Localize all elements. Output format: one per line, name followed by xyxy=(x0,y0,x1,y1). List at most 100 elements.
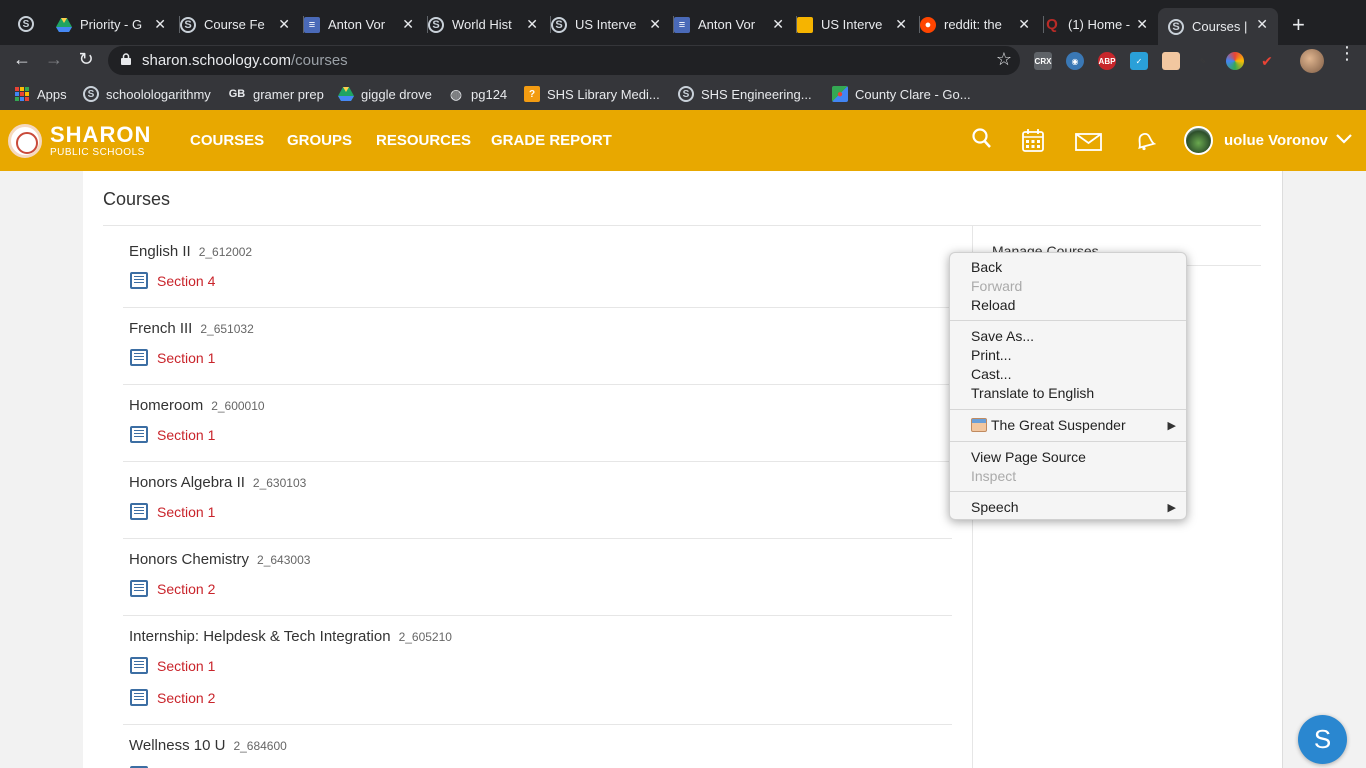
section-link[interactable]: Section 2 xyxy=(130,580,215,597)
menu-separator xyxy=(950,320,1186,321)
browser-tab[interactable]: S World Hist ✕ xyxy=(427,8,544,41)
calendar-icon[interactable] xyxy=(1022,129,1044,152)
menu-item-forward[interactable]: Forward xyxy=(971,278,1022,294)
menu-item-translate[interactable]: Translate to English xyxy=(971,385,1094,401)
extension-icon[interactable]: ✎ xyxy=(1194,52,1212,70)
browser-tab[interactable]: Q (1) Home - ✕ xyxy=(1043,8,1154,41)
nav-resources[interactable]: RESOURCES xyxy=(376,132,471,149)
close-tab-icon[interactable]: ✕ xyxy=(772,16,784,33)
nav-groups[interactable]: GROUPS xyxy=(287,132,352,149)
close-tab-icon[interactable]: ✕ xyxy=(649,16,661,33)
google-maps-icon: ● xyxy=(832,86,848,102)
close-tab-icon[interactable]: ✕ xyxy=(1136,16,1148,33)
close-tab-icon[interactable]: ✕ xyxy=(154,16,166,33)
page-title: Courses xyxy=(103,189,171,209)
course-title[interactable]: Homeroom 2_600010 xyxy=(129,397,265,414)
course-title[interactable]: French III 2_651032 xyxy=(129,320,254,337)
bookmark-item[interactable]: ◍ pg124 xyxy=(448,85,507,103)
course-title[interactable]: Internship: Helpdesk & Tech Integration 2… xyxy=(129,628,452,645)
browser-tab[interactable]: ≡ Anton Vor ✕ xyxy=(303,8,420,41)
browser-tab[interactable]: ≡ Anton Vor ✕ xyxy=(673,8,790,41)
new-tab-button[interactable]: + xyxy=(1292,12,1305,38)
menu-item-back[interactable]: Back xyxy=(971,259,1002,275)
great-suspender-icon[interactable] xyxy=(1162,52,1180,70)
nav-courses[interactable]: COURSES xyxy=(190,132,264,149)
bookmark-item[interactable]: GB gramer prep xyxy=(228,85,324,103)
close-tab-icon[interactable]: ✕ xyxy=(1018,16,1030,33)
bookmark-item[interactable]: giggle drove xyxy=(338,85,432,103)
pinned-tab-schoology[interactable]: S xyxy=(18,16,34,32)
bookmark-item[interactable]: S schoolologarithmy xyxy=(83,85,211,103)
menu-item-save-as[interactable]: Save As... xyxy=(971,328,1034,344)
notebook-icon xyxy=(130,426,148,443)
color-picker-extension-icon[interactable] xyxy=(1226,52,1244,70)
menu-separator xyxy=(950,491,1186,492)
section-link[interactable]: Section 4 xyxy=(130,272,215,289)
search-icon[interactable] xyxy=(972,128,992,150)
menu-item-cast[interactable]: Cast... xyxy=(971,366,1011,382)
section-link[interactable]: Section 1 xyxy=(130,349,215,366)
schoology-icon: S xyxy=(678,86,694,102)
schoology-chat-button[interactable]: S xyxy=(1298,715,1347,764)
address-bar[interactable]: sharon.schoology.com/courses ☆ xyxy=(108,46,1020,75)
forward-arrow-icon[interactable]: → xyxy=(42,49,66,70)
course-title[interactable]: Honors Algebra II 2_630103 xyxy=(129,474,306,491)
apps-grid-icon xyxy=(14,86,30,102)
back-arrow-icon[interactable]: ← xyxy=(10,49,34,70)
bookmark-item[interactable]: ? SHS Library Medi... xyxy=(524,85,660,103)
site-logo[interactable]: SHARON PUBLIC SCHOOLS xyxy=(50,124,151,158)
course-title[interactable]: Honors Chemistry 2_643003 xyxy=(129,551,310,568)
browser-tab[interactable]: ● reddit: the ✕ xyxy=(919,8,1036,41)
more-menu-icon[interactable]: ⋮ xyxy=(1338,44,1356,62)
close-tab-icon[interactable]: ✕ xyxy=(278,16,290,33)
section-link[interactable]: Section 2 xyxy=(130,689,215,706)
browser-tab[interactable]: S US Interve ✕ xyxy=(550,8,667,41)
browser-tab[interactable]: US Interve ✕ xyxy=(796,8,913,41)
mail-icon[interactable] xyxy=(1075,133,1102,151)
user-avatar[interactable] xyxy=(1184,126,1213,155)
course-title[interactable]: English II 2_612002 xyxy=(129,243,252,260)
menu-item-inspect[interactable]: Inspect xyxy=(971,468,1016,484)
divider xyxy=(123,461,952,462)
crx-extension-icon[interactable]: CRX xyxy=(1034,52,1052,70)
bookmark-item[interactable]: S SHS Engineering... xyxy=(678,85,812,103)
profile-avatar[interactable] xyxy=(1300,49,1324,73)
adblock-extension-icon[interactable]: ABP xyxy=(1098,52,1116,70)
course-code: 2_612002 xyxy=(198,245,253,259)
notebook-icon xyxy=(130,657,148,674)
menu-item-view-source[interactable]: View Page Source xyxy=(971,449,1086,465)
bookmark-apps[interactable]: Apps xyxy=(14,85,67,103)
google-docs-icon: ≡ xyxy=(304,16,320,33)
close-tab-icon[interactable]: ✕ xyxy=(402,16,414,33)
menu-item-print[interactable]: Print... xyxy=(971,347,1011,363)
schoology-icon: S xyxy=(428,16,444,33)
close-tab-icon[interactable]: ✕ xyxy=(526,16,538,33)
nav-grade-report[interactable]: GRADE REPORT xyxy=(491,132,612,149)
section-link[interactable]: Section 1 xyxy=(130,503,215,520)
owl-extension-icon[interactable]: ◉ xyxy=(1066,52,1084,70)
check-extension-icon[interactable]: ✓ xyxy=(1130,52,1148,70)
reload-icon[interactable]: ↻ xyxy=(74,49,98,70)
browser-tab[interactable]: Priority - G ✕ xyxy=(56,8,172,41)
url-text: sharon.schoology.com/courses xyxy=(142,52,348,69)
menu-item-great-suspender[interactable]: The Great Suspender xyxy=(971,417,1126,433)
bookmark-item[interactable]: ● County Clare - Go... xyxy=(832,85,971,103)
section-link[interactable]: Section 1 xyxy=(130,657,215,674)
browser-tab-active[interactable]: S Courses | ✕ xyxy=(1158,8,1278,45)
check-mark-extension-icon[interactable]: ✔ xyxy=(1258,52,1276,70)
notification-bell-icon[interactable] xyxy=(1134,130,1156,152)
close-tab-icon[interactable]: ✕ xyxy=(1256,16,1268,33)
bookmark-star-icon[interactable]: ☆ xyxy=(996,49,1012,70)
section-link[interactable]: Section 1 xyxy=(130,426,215,443)
course-code: 2_651032 xyxy=(200,322,254,336)
sharon-seal-logo[interactable] xyxy=(8,124,42,158)
close-tab-icon[interactable]: ✕ xyxy=(895,16,907,33)
menu-item-speech[interactable]: Speech xyxy=(971,499,1018,515)
course-title[interactable]: Wellness 10 U 2_684600 xyxy=(129,737,287,754)
divider xyxy=(123,538,952,539)
menu-item-reload[interactable]: Reload xyxy=(971,297,1015,313)
browser-tab[interactable]: S Course Fe ✕ xyxy=(179,8,296,41)
globe-icon: ◍ xyxy=(449,85,463,102)
chevron-down-icon[interactable] xyxy=(1336,134,1352,144)
user-name[interactable]: uolue Voronov xyxy=(1224,132,1328,149)
